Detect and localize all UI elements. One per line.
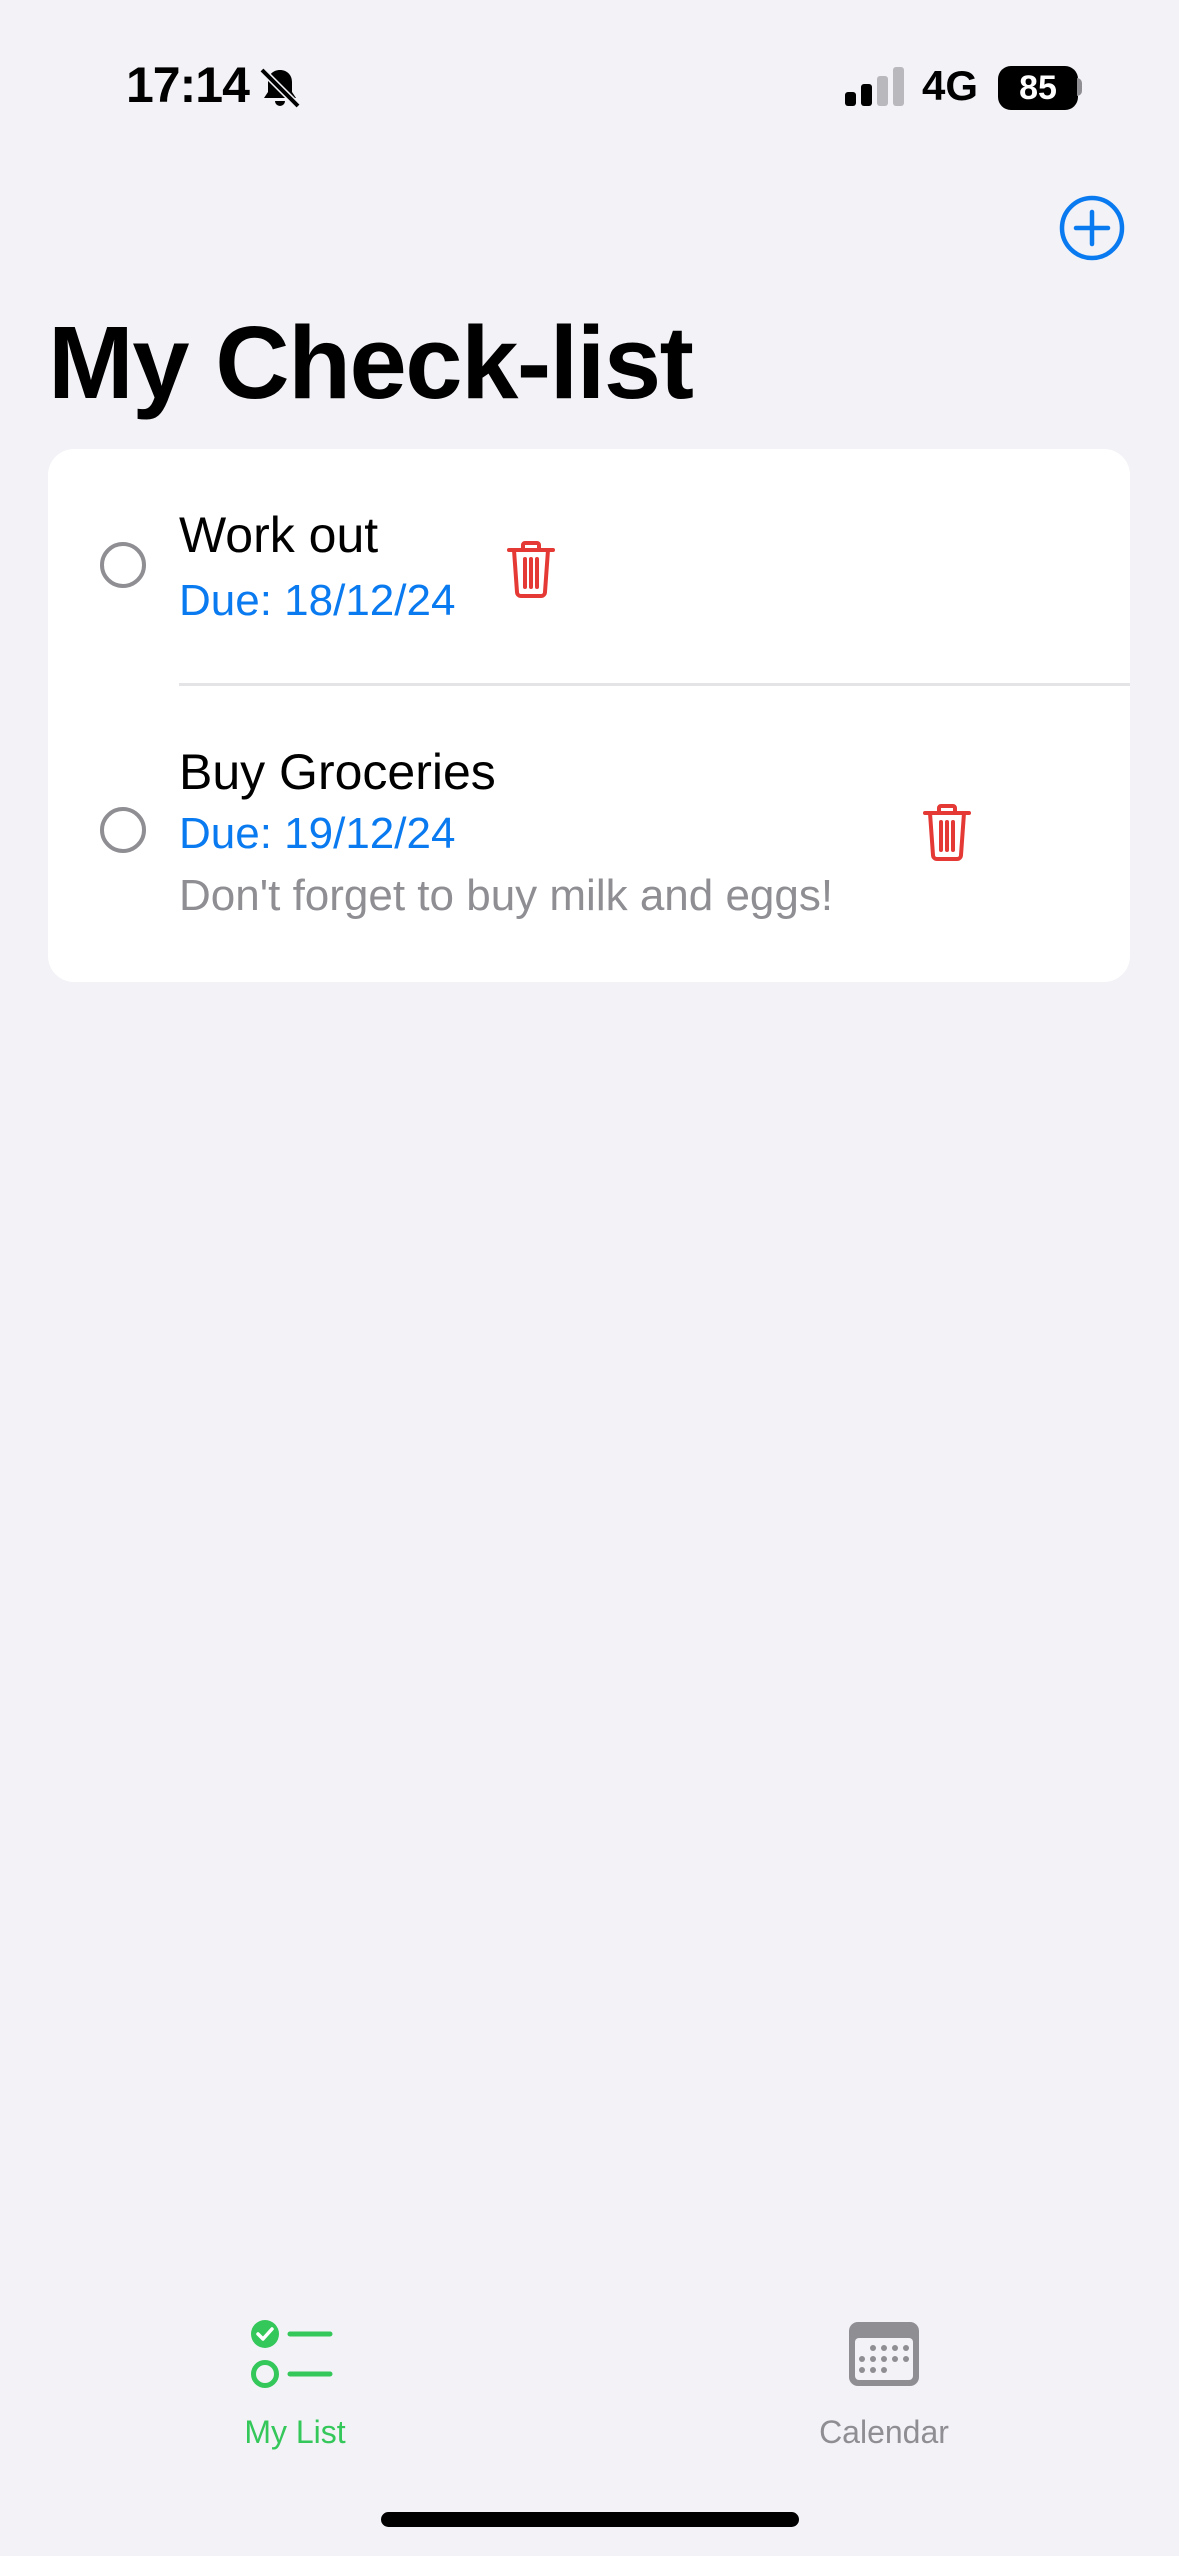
home-indicator[interactable]	[381, 2512, 799, 2527]
trash-icon[interactable]	[920, 803, 974, 861]
calendar-icon	[849, 2322, 919, 2386]
checklist-icon	[251, 2320, 333, 2388]
battery-level: 85	[1019, 69, 1057, 107]
task-due-date: Due: 18/12/24	[179, 576, 456, 625]
complete-toggle[interactable]	[100, 807, 146, 853]
status-time: 17:14	[126, 57, 250, 113]
complete-toggle[interactable]	[100, 542, 146, 588]
tab-my-list[interactable]: My List	[145, 2318, 445, 2458]
task-list: Work out Due: 18/12/24 Buy Groceries Due…	[48, 449, 1130, 982]
trash-icon[interactable]	[504, 540, 558, 598]
battery-cap	[1077, 78, 1082, 96]
page-title: My Check-list	[48, 305, 694, 420]
tab-calendar[interactable]: Calendar	[734, 2318, 1034, 2458]
tab-label: Calendar	[819, 2414, 949, 2450]
network-type: 4G	[922, 62, 979, 109]
battery-icon: 85	[998, 66, 1078, 110]
cellular-signal-icon	[845, 67, 904, 106]
task-due-date: Due: 19/12/24	[179, 809, 456, 858]
add-task-button[interactable]	[1058, 194, 1126, 262]
task-row[interactable]: Work out Due: 18/12/24	[48, 449, 1130, 685]
task-title: Work out	[179, 507, 379, 563]
task-title: Buy Groceries	[179, 744, 496, 800]
task-note: Don't forget to buy milk and eggs!	[179, 871, 834, 920]
status-bar: 17:14 4G 85	[0, 0, 1179, 150]
tab-label: My List	[244, 2414, 346, 2450]
task-row[interactable]: Buy Groceries Due: 19/12/24 Don't forget…	[48, 685, 1130, 982]
bell-slash-icon	[259, 67, 301, 109]
